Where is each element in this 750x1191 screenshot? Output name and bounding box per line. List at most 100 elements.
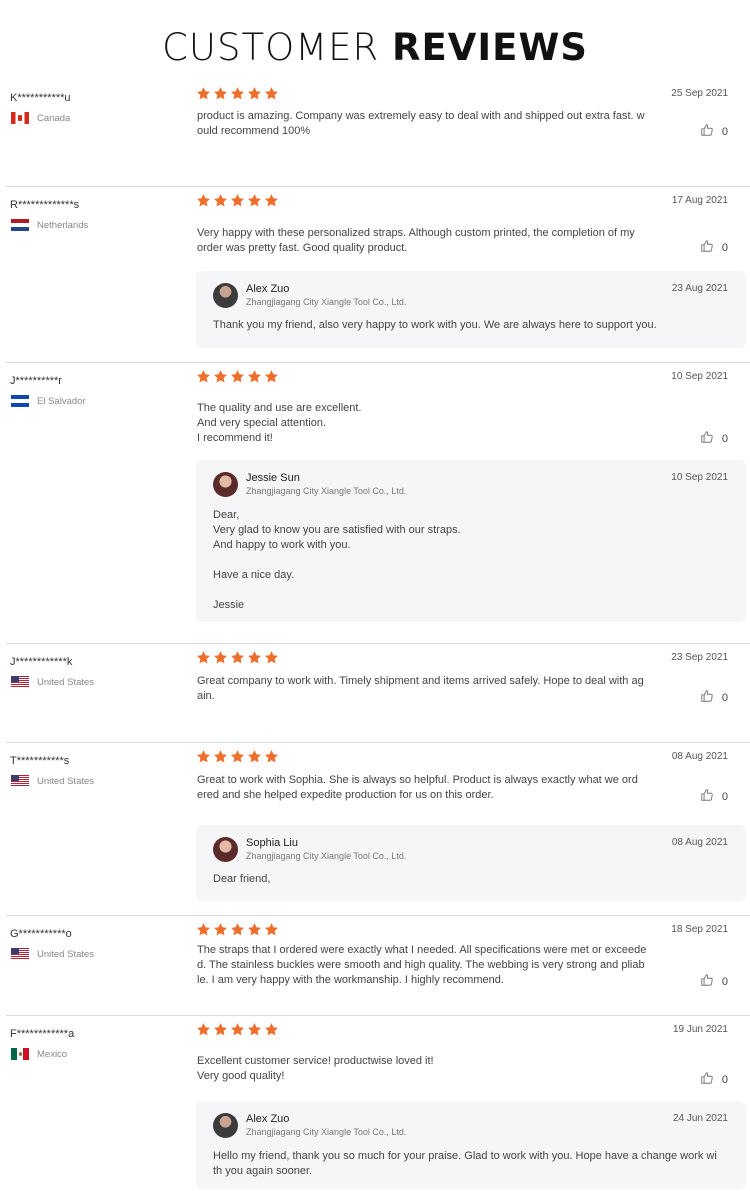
star-icon: [196, 1022, 211, 1037]
star-icon: [213, 650, 228, 665]
country-name: United States: [37, 775, 95, 787]
like-button[interactable]: 0: [700, 1071, 728, 1088]
country-name: Mexico: [37, 1048, 68, 1060]
review-item: F************a Mexico 19 Jun 2021 Excell…: [6, 1016, 750, 1191]
canada-flag-icon: [11, 112, 29, 124]
star-icon: [196, 650, 211, 665]
thumbs-up-icon: [700, 1071, 714, 1088]
reply-text: Hello my friend, thank you so much for y…: [213, 1150, 717, 1177]
star-icon: [230, 650, 245, 665]
reply-company: Zhangjiagang City Xiangle Tool Co., Ltd.: [246, 486, 407, 496]
reply-text: Dear friend,: [213, 873, 271, 885]
like-button[interactable]: 0: [700, 239, 728, 256]
seller-reply: Alex Zuo Zhangjiagang City Xiangle Tool …: [196, 271, 746, 348]
thumbs-up-icon: [700, 123, 714, 140]
seller-reply: Jessie Sun Zhangjiagang City Xiangle Too…: [196, 460, 746, 622]
country-name: El Salvador: [37, 395, 86, 407]
star-icon: [264, 749, 279, 764]
thumbs-up-icon: [700, 239, 714, 256]
star-icon: [247, 749, 262, 764]
thumbs-up-icon: [700, 430, 714, 447]
seller-reply: Alex Zuo Zhangjiagang City Xiangle Tool …: [196, 1101, 746, 1189]
like-count: 0: [721, 975, 728, 988]
review-date: 19 Jun 2021: [672, 1024, 728, 1035]
review-item: R*************s Netherlands 17 Aug 2021 …: [6, 187, 750, 363]
star-icon: [213, 1022, 228, 1037]
star-rating: [196, 749, 279, 764]
review-text: Great to work with Sophia. She is always…: [197, 774, 638, 801]
netherlands-flag-icon: [11, 219, 29, 231]
seller-reply: Sophia Liu Zhangjiagang City Xiangle Too…: [196, 825, 746, 901]
star-icon: [230, 86, 245, 101]
star-rating: [196, 369, 279, 384]
reply-text: Thank you my friend, also very happy to …: [213, 319, 657, 331]
avatar: [213, 1113, 238, 1138]
review-item: G***********o United States 18 Sep 2021 …: [6, 916, 750, 1016]
star-icon: [264, 86, 279, 101]
review-text: product is amazing. Company was extremel…: [197, 110, 645, 137]
like-button[interactable]: 0: [700, 788, 728, 805]
star-icon: [264, 193, 279, 208]
star-icon: [247, 650, 262, 665]
review-item: J**********r El Salvador 10 Sep 2021 The…: [6, 363, 750, 644]
page-title-light: CUSTOMER: [162, 26, 392, 69]
star-icon: [213, 86, 228, 101]
thumbs-up-icon: [700, 788, 714, 805]
like-button[interactable]: 0: [700, 973, 728, 990]
reviewer-country: Canada: [11, 112, 70, 124]
like-count: 0: [721, 241, 728, 254]
reply-author-name: Sophia Liu: [246, 837, 298, 849]
star-icon: [264, 369, 279, 384]
star-icon: [247, 193, 262, 208]
reviewer-name: T***********s: [10, 755, 70, 767]
country-name: United States: [37, 948, 95, 960]
star-icon: [264, 1022, 279, 1037]
like-button[interactable]: 0: [700, 123, 728, 140]
star-icon: [247, 86, 262, 101]
country-name: Canada: [37, 112, 71, 124]
review-date: 23 Sep 2021: [671, 652, 728, 663]
review-date: 10 Sep 2021: [671, 371, 728, 382]
reply-date: 24 Jun 2021: [672, 1113, 728, 1124]
review-date: 25 Sep 2021: [671, 88, 728, 99]
star-icon: [247, 922, 262, 937]
star-icon: [230, 749, 245, 764]
page-title-bold: REVIEWS: [392, 26, 588, 69]
star-rating: [196, 86, 279, 101]
star-rating: [196, 1022, 279, 1037]
reply-text: Dear, Very glad to know you are satisfie…: [213, 509, 461, 611]
like-button[interactable]: 0: [700, 430, 728, 447]
star-rating: [196, 193, 279, 208]
reviewer-country: Mexico: [11, 1048, 67, 1060]
like-count: 0: [721, 1073, 728, 1086]
avatar: [213, 472, 238, 497]
country-name: Netherlands: [37, 219, 89, 231]
review-item: J************k United States 23 Sep 2021…: [6, 644, 750, 743]
star-icon: [213, 369, 228, 384]
like-button[interactable]: 0: [700, 689, 728, 706]
star-rating: [196, 650, 279, 665]
star-icon: [196, 922, 211, 937]
country-name: United States: [37, 676, 95, 688]
us-flag-icon: [11, 775, 29, 787]
star-icon: [264, 922, 279, 937]
star-icon: [230, 922, 245, 937]
reply-date: 08 Aug 2021: [671, 837, 728, 848]
star-icon: [230, 193, 245, 208]
review-text: The quality and use are excellent. And v…: [197, 402, 362, 444]
mexico-flag-icon: [11, 1048, 29, 1060]
star-icon: [213, 749, 228, 764]
reply-company: Zhangjiagang City Xiangle Tool Co., Ltd.: [246, 297, 407, 307]
star-rating: [196, 922, 279, 937]
reviewer-name: K***********u: [10, 92, 71, 104]
review-item: T***********s United States 08 Aug 2021 …: [6, 743, 750, 916]
reply-company: Zhangjiagang City Xiangle Tool Co., Ltd.: [246, 1127, 407, 1137]
page-title: CUSTOMER REVIEWS: [0, 0, 750, 80]
reply-company: Zhangjiagang City Xiangle Tool Co., Ltd.: [246, 851, 407, 861]
reviewer-country: United States: [11, 775, 94, 787]
review-text: Great company to work with. Timely shipm…: [197, 675, 644, 702]
review-date: 18 Sep 2021: [671, 924, 728, 935]
star-icon: [213, 193, 228, 208]
el-salvador-flag-icon: [11, 395, 29, 407]
star-icon: [264, 650, 279, 665]
